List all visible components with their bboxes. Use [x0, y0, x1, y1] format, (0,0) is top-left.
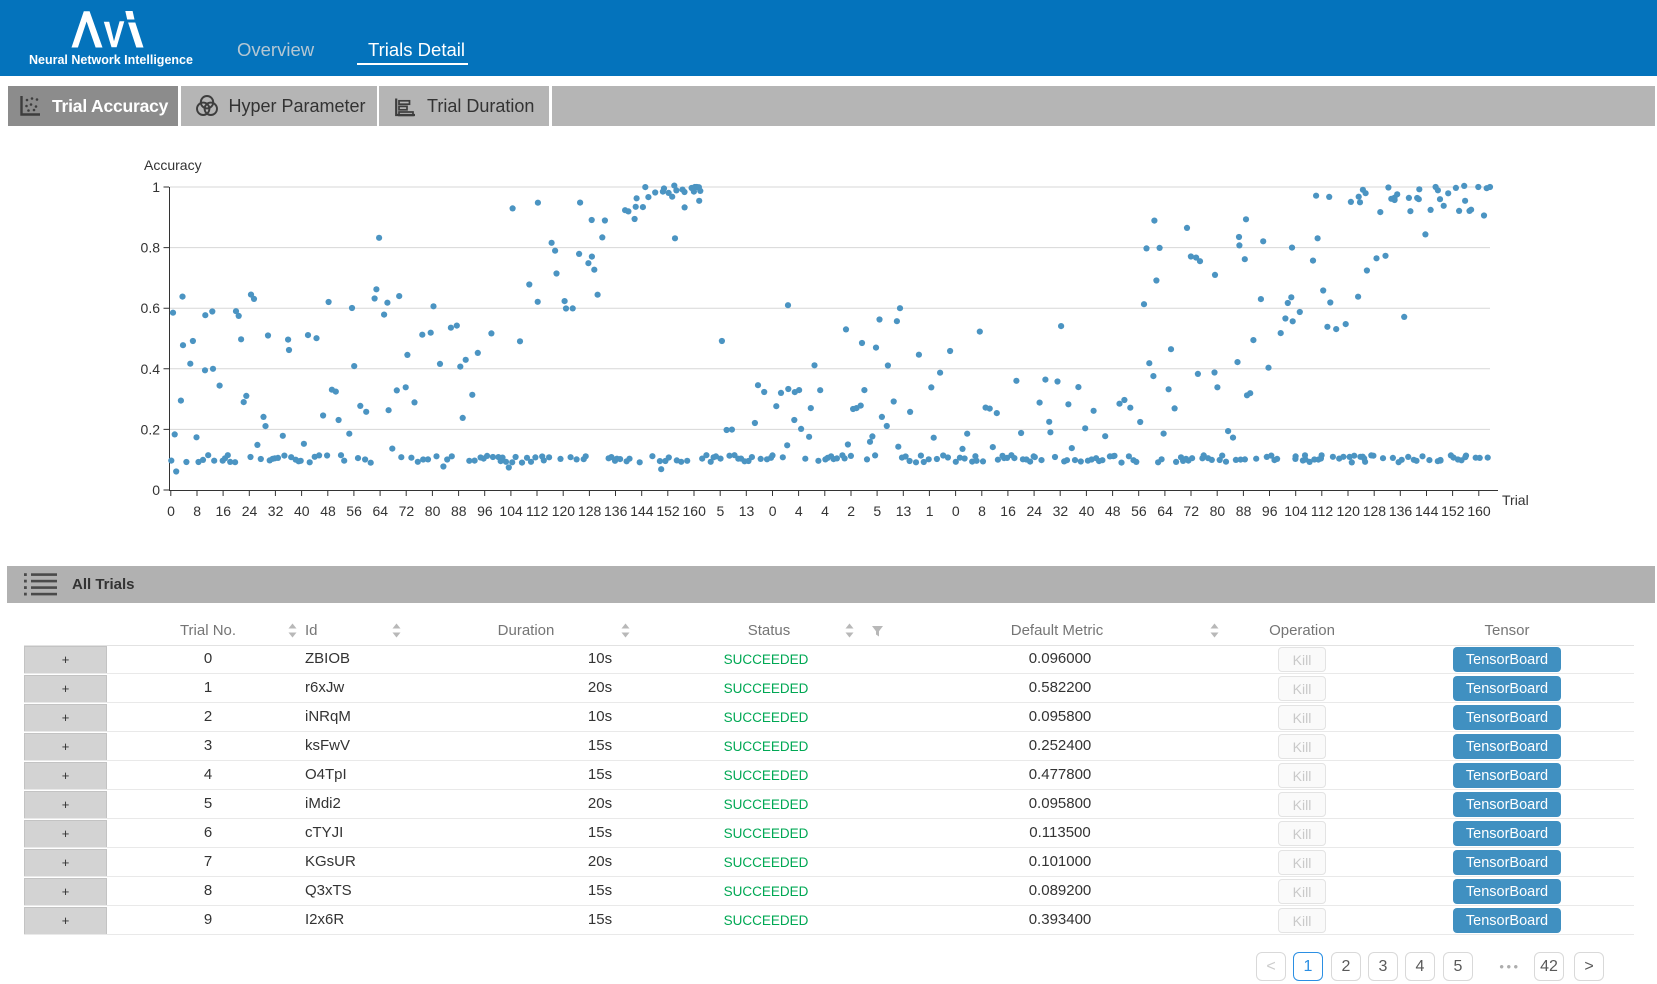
svg-text:0: 0 [769, 503, 777, 519]
svg-text:128: 128 [578, 503, 602, 519]
svg-text:1: 1 [152, 179, 160, 195]
svg-text:96: 96 [477, 503, 493, 519]
svg-text:56: 56 [346, 503, 362, 519]
svg-text:5: 5 [717, 503, 725, 519]
svg-text:8: 8 [193, 503, 201, 519]
svg-text:104: 104 [1284, 503, 1308, 519]
svg-text:0.2: 0.2 [141, 421, 161, 437]
svg-text:152: 152 [1441, 503, 1465, 519]
svg-text:112: 112 [526, 503, 549, 519]
svg-text:16: 16 [1000, 503, 1016, 519]
svg-text:48: 48 [1105, 503, 1121, 519]
svg-text:104: 104 [499, 503, 523, 519]
svg-text:32: 32 [1053, 503, 1069, 519]
svg-text:120: 120 [1337, 503, 1361, 519]
svg-text:72: 72 [1183, 503, 1199, 519]
svg-text:13: 13 [896, 503, 912, 519]
svg-text:64: 64 [1157, 503, 1173, 519]
svg-text:136: 136 [604, 503, 628, 519]
svg-text:56: 56 [1131, 503, 1147, 519]
svg-text:160: 160 [1467, 503, 1491, 519]
svg-text:96: 96 [1262, 503, 1278, 519]
svg-text:Accuracy: Accuracy [144, 157, 202, 173]
svg-text:0: 0 [167, 503, 175, 519]
svg-text:88: 88 [451, 503, 467, 519]
svg-text:2: 2 [847, 503, 855, 519]
svg-text:112: 112 [1311, 503, 1334, 519]
svg-text:0.8: 0.8 [141, 240, 161, 256]
svg-text:152: 152 [656, 503, 680, 519]
svg-text:144: 144 [1415, 503, 1439, 519]
svg-text:4: 4 [795, 503, 803, 519]
svg-text:13: 13 [739, 503, 755, 519]
svg-text:0.4: 0.4 [141, 361, 161, 377]
svg-text:64: 64 [373, 503, 389, 519]
svg-text:144: 144 [630, 503, 654, 519]
svg-text:136: 136 [1389, 503, 1413, 519]
svg-text:80: 80 [425, 503, 441, 519]
svg-text:128: 128 [1363, 503, 1387, 519]
svg-text:0.6: 0.6 [141, 300, 161, 316]
svg-text:4: 4 [821, 503, 829, 519]
svg-text:24: 24 [242, 503, 258, 519]
svg-text:120: 120 [552, 503, 576, 519]
svg-text:Trial: Trial [1502, 492, 1529, 508]
svg-text:8: 8 [978, 503, 986, 519]
svg-text:16: 16 [216, 503, 232, 519]
svg-text:0: 0 [152, 482, 160, 498]
svg-text:160: 160 [683, 503, 707, 519]
svg-text:40: 40 [294, 503, 310, 519]
svg-text:72: 72 [399, 503, 415, 519]
svg-text:24: 24 [1027, 503, 1043, 519]
svg-text:1: 1 [926, 503, 934, 519]
svg-text:0: 0 [952, 503, 960, 519]
svg-text:88: 88 [1236, 503, 1252, 519]
svg-text:80: 80 [1210, 503, 1226, 519]
svg-text:40: 40 [1079, 503, 1095, 519]
svg-text:48: 48 [320, 503, 336, 519]
svg-text:32: 32 [268, 503, 284, 519]
svg-text:5: 5 [873, 503, 881, 519]
